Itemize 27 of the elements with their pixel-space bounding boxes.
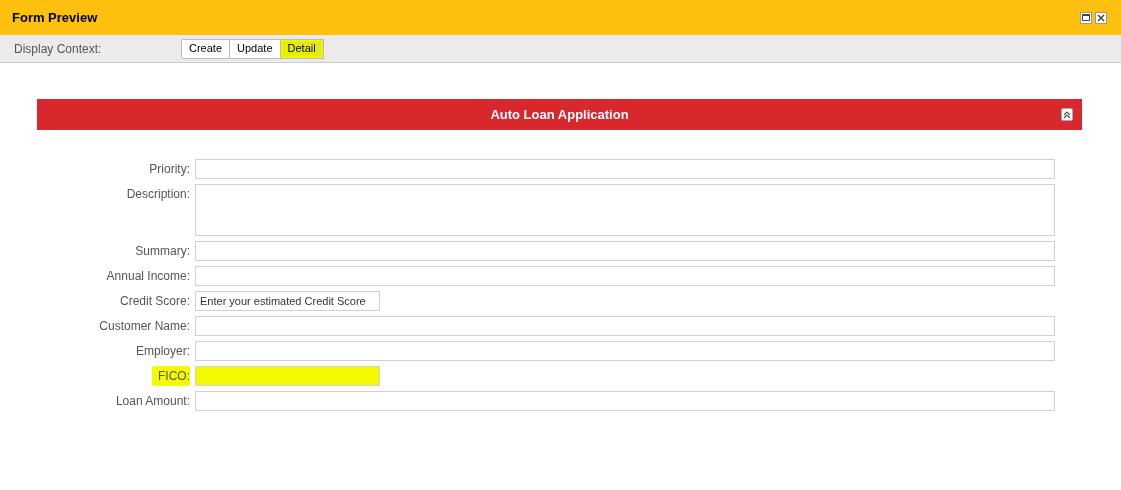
field-label: Loan Amount: (115, 393, 190, 410)
field-label: Employer: (135, 343, 190, 360)
field-label: Summary: (135, 243, 190, 260)
text-field[interactable] (195, 266, 1055, 286)
field-label: FICO: (152, 366, 190, 386)
section-title: Auto Loan Application (490, 105, 629, 124)
maximize-button[interactable] (1080, 11, 1092, 24)
context-tab[interactable]: Create (181, 38, 231, 59)
display-context-label: Display Context: (14, 40, 103, 58)
field-label: Annual Income: (106, 268, 190, 285)
text-field[interactable] (195, 159, 1055, 179)
field-label: Customer Name: (99, 318, 190, 335)
text-field[interactable] (195, 316, 1055, 336)
text-field[interactable] (195, 241, 1055, 261)
description-field[interactable] (195, 184, 1055, 236)
context-tab[interactable]: Detail (280, 38, 324, 59)
text-field[interactable] (195, 341, 1055, 361)
close-button[interactable] (1095, 11, 1107, 24)
context-tab[interactable]: Update (230, 38, 281, 59)
window-title: Form Preview (12, 8, 98, 27)
collapse-button[interactable] (1061, 108, 1073, 121)
text-field[interactable] (195, 391, 1055, 411)
field-label: Description: (126, 186, 190, 203)
text-field[interactable] (195, 366, 380, 386)
field-label: Credit Score: (119, 293, 190, 310)
text-field[interactable]: Enter your estimated Credit Score (195, 291, 380, 311)
field-label: Priority: (149, 161, 190, 178)
